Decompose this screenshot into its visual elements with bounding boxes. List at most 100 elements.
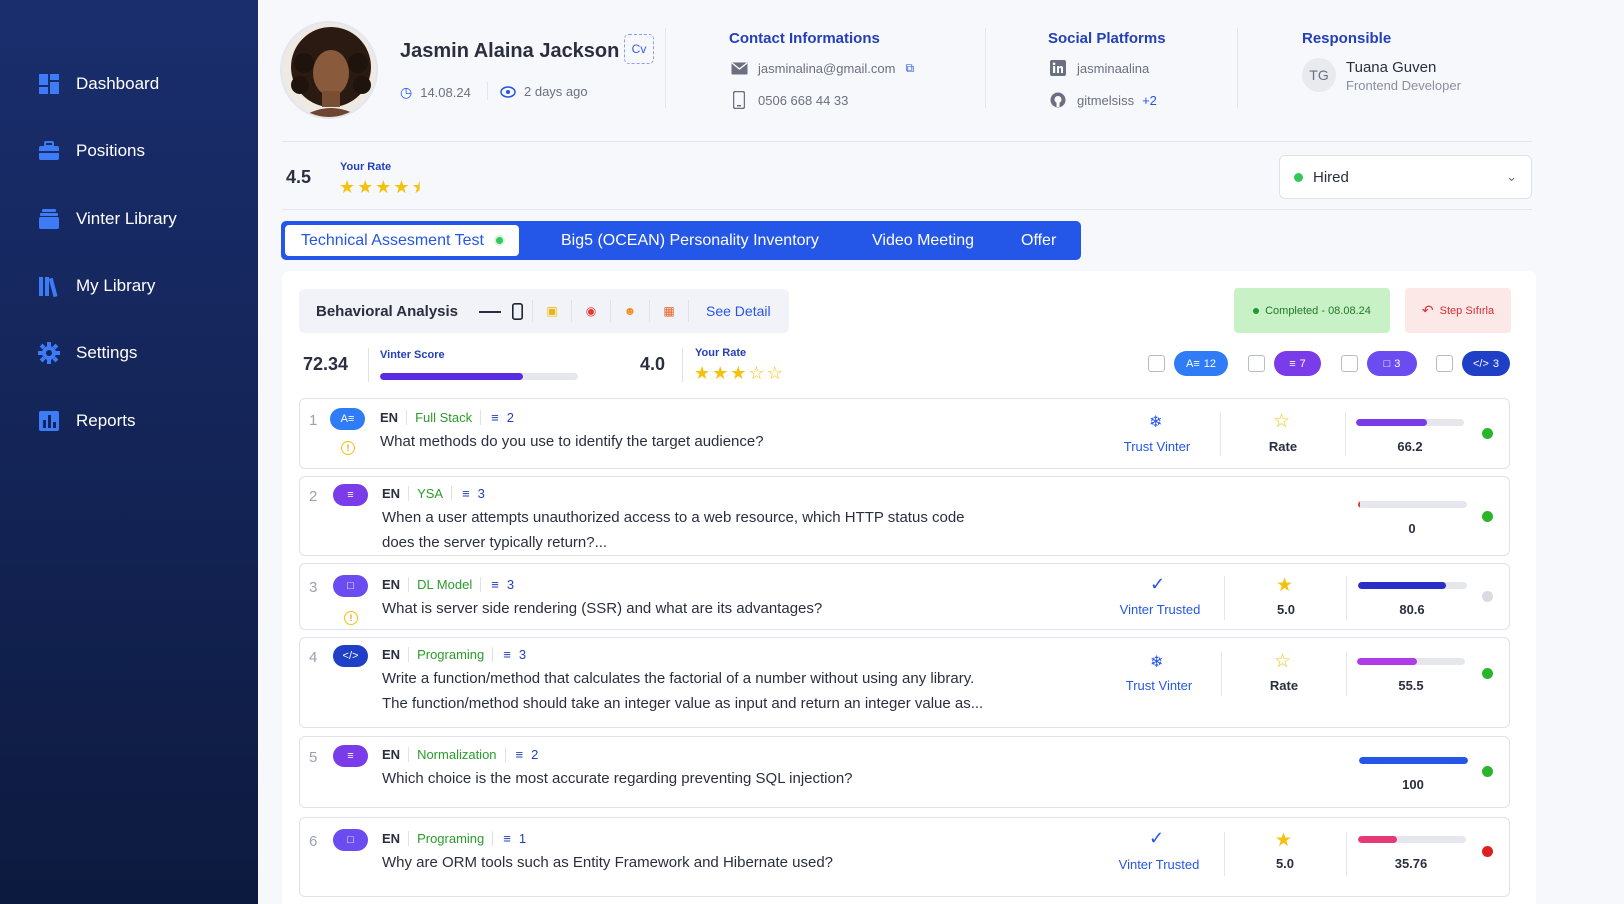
star-filled-icon[interactable]: ★	[357, 178, 373, 196]
star-outline-icon[interactable]: ☆	[748, 364, 764, 382]
code-icon: </>	[333, 645, 368, 667]
step-reset-label: Step Sıfırla	[1439, 304, 1495, 317]
social-github[interactable]: gitmelsiss +2	[1049, 91, 1157, 109]
sidebar-item-my-library[interactable]: My Library	[38, 275, 155, 297]
list-icon: ≡	[1289, 357, 1296, 370]
contact-phone: 0506 668 44 33	[730, 91, 848, 109]
reset-icon: ↶	[1421, 302, 1434, 318]
sidebar-item-label: Vinter Library	[76, 209, 177, 228]
tab-video-meeting[interactable]: Video Meeting	[872, 221, 974, 260]
status-dot	[1294, 172, 1303, 182]
score-bar-fill	[1358, 582, 1446, 589]
step-reset-button[interactable]: ↶ Step Sıfırla	[1405, 288, 1511, 333]
social-linkedin[interactable]: jasminaalina	[1049, 59, 1149, 77]
filter-checkbox[interactable]	[1436, 355, 1453, 372]
status-dot	[1482, 846, 1493, 857]
divider	[1346, 576, 1347, 620]
divider	[368, 348, 369, 382]
list-icon: ≡	[515, 747, 524, 762]
count-value: 3	[477, 486, 485, 501]
question-meta: EN Normalization ≡ 2	[382, 747, 538, 762]
rate-button[interactable]: Rate	[1254, 678, 1314, 693]
filter-checkbox[interactable]	[1248, 355, 1265, 372]
divider	[1224, 832, 1225, 876]
rate-button[interactable]: Rate	[1253, 439, 1313, 454]
question-text: What is server side rendering (SSR) and …	[382, 600, 823, 617]
filter-pill-video[interactable]: □ 3	[1367, 351, 1417, 376]
github-icon	[1049, 91, 1067, 109]
filter-checkbox[interactable]	[1148, 355, 1165, 372]
cv-button[interactable]: Cv	[624, 34, 654, 64]
status-divider	[282, 209, 1532, 210]
score-bar	[1358, 501, 1467, 508]
star-filled-icon[interactable]: ★	[694, 364, 710, 382]
star-filled-icon[interactable]: ★	[339, 178, 355, 196]
filter-count: 7	[1299, 357, 1306, 370]
date-text: 14.08.24	[420, 85, 471, 100]
star-half-icon[interactable]: ★	[412, 178, 420, 196]
trust-vinter-button[interactable]: Trust Vinter	[1104, 678, 1214, 693]
tab-label: Technical Assesment Test	[301, 231, 484, 249]
score-bar-fill	[1358, 501, 1361, 508]
social-title: Social Platforms	[1048, 30, 1166, 47]
more-socials-link[interactable]: +2	[1142, 93, 1157, 108]
question-meta: EN Programing ≡ 1	[382, 831, 526, 846]
question-text: Which choice is the most accurate regard…	[382, 770, 853, 787]
sidebar-item-label: Positions	[76, 141, 145, 160]
filter-pill-list[interactable]: ≡ 7	[1274, 351, 1321, 376]
sidebar-item-label: Dashboard	[76, 74, 160, 93]
filter-checkbox[interactable]	[1341, 355, 1358, 372]
sidebar-item-settings[interactable]: Settings	[38, 342, 137, 364]
star-filled-icon[interactable]: ★	[1275, 829, 1292, 852]
overall-stars[interactable]: ★ ★ ★ ★ ★	[339, 178, 428, 196]
tab-big5[interactable]: Big5 (OCEAN) Personality Inventory	[561, 221, 819, 260]
sidebar-item-label: Reports	[76, 411, 136, 430]
question-count: ≡ 3	[481, 577, 514, 592]
star-filled-icon[interactable]: ★	[375, 178, 391, 196]
tab-offer[interactable]: Offer	[1021, 221, 1056, 260]
question-lang: EN	[382, 831, 410, 846]
filter-count: 12	[1203, 357, 1216, 370]
sidebar-item-positions[interactable]: Positions	[38, 140, 145, 162]
trust-vinter-button[interactable]: Trust Vinter	[1102, 439, 1212, 454]
question-text: Why are ORM tools such as Entity Framewo…	[382, 854, 834, 871]
presentation-icon: ▦	[663, 304, 675, 318]
sidebar-item-dashboard[interactable]: Dashboard	[38, 73, 159, 95]
phone-text: 0506 668 44 33	[758, 92, 849, 108]
star-filled-icon[interactable]: ★	[1276, 574, 1293, 597]
question-count: ≡ 3	[493, 647, 526, 662]
list-icon: ≡	[462, 486, 470, 501]
gear-icon	[38, 342, 60, 364]
star-filled-icon[interactable]: ★	[393, 178, 409, 196]
filter-pill-code[interactable]: </> 3	[1462, 351, 1510, 376]
sidebar: Dashboard Positions Vinter Library My Li…	[0, 0, 258, 904]
score-bar	[1357, 658, 1465, 665]
snowflake-icon: ❄	[1149, 414, 1163, 431]
see-detail-link[interactable]: See Detail	[706, 303, 771, 319]
star-outline-icon[interactable]: ☆	[767, 364, 783, 382]
star-outline-icon[interactable]: ☆	[1274, 650, 1291, 673]
question-lang: EN	[382, 486, 410, 501]
copy-icon[interactable]: ⧉	[905, 61, 914, 76]
question-number: 6	[309, 833, 318, 850]
warning-icon: !	[344, 611, 358, 625]
score-value: 100	[1402, 777, 1424, 792]
question-category: Programing	[409, 831, 494, 846]
overall-rate-label: Your Rate	[340, 161, 392, 173]
question-meta: EN Programing ≡ 3	[382, 647, 526, 662]
tab-label: Big5 (OCEAN) Personality Inventory	[561, 231, 819, 249]
status-select[interactable]: Hired ⌄	[1279, 155, 1532, 199]
your-rate-stars[interactable]: ★ ★ ★ ☆ ☆	[694, 364, 783, 382]
tab-technical-assessment[interactable]: Technical Assesment Test	[285, 225, 519, 256]
star-filled-icon[interactable]: ★	[712, 364, 728, 382]
sidebar-item-reports[interactable]: Reports	[38, 410, 136, 432]
filter-pill-text[interactable]: A≡ 12	[1174, 351, 1228, 376]
question-text-line2: does the server typically return?...	[382, 534, 608, 551]
list-icon: ≡	[503, 647, 511, 662]
sidebar-item-vinter-library[interactable]: Vinter Library	[38, 208, 177, 230]
status-dot	[1482, 668, 1493, 679]
score-value: 35.76	[1394, 856, 1428, 871]
candidate-avatar	[280, 21, 378, 119]
star-filled-icon[interactable]: ★	[730, 364, 746, 382]
star-outline-icon[interactable]: ☆	[1273, 410, 1290, 433]
